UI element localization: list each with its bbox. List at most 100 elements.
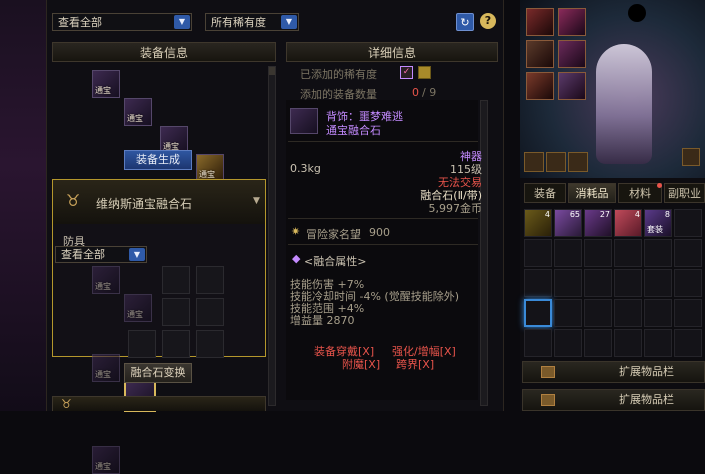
inventory-slot[interactable]: 8 套装 (644, 209, 672, 237)
inventory-slot[interactable] (674, 299, 702, 327)
fusion-slot-grid: 通宝 通宝 通宝 通宝 通宝 (92, 266, 224, 474)
inventory-slot[interactable] (614, 329, 642, 357)
divider (288, 218, 478, 219)
pet-slot[interactable] (546, 152, 566, 172)
fusion-slot[interactable] (196, 266, 224, 294)
inventory-slot[interactable] (644, 239, 672, 267)
inventory-slot[interactable] (644, 299, 672, 327)
inventory-slot[interactable] (614, 299, 642, 327)
inventory-slot[interactable] (674, 329, 702, 357)
extend-inventory-bar[interactable]: 扩展物品栏 (522, 389, 705, 411)
inventory-slot[interactable] (554, 269, 582, 297)
creature-slot[interactable] (682, 148, 700, 166)
chevron-down-icon: ▼ (174, 15, 190, 29)
inventory-slot[interactable] (674, 269, 702, 297)
inventory-slot[interactable]: 4 (524, 209, 552, 237)
fusion-slot[interactable]: 通宝 (124, 294, 152, 322)
fusion-exchange-button[interactable]: 融合石变换 (124, 363, 192, 383)
extend-label: 扩展物品栏 (619, 393, 674, 406)
extend-inventory-bar[interactable]: 扩展物品栏 (522, 361, 705, 383)
fusion-slot[interactable] (162, 330, 190, 358)
added-count-max: / 9 (422, 86, 437, 99)
inventory-slot[interactable] (554, 239, 582, 267)
tab-equipment[interactable]: 装备 (524, 183, 566, 203)
avatar-slot[interactable] (558, 72, 586, 100)
diamond-icon: ◆ (292, 252, 301, 265)
avatar-slot[interactable] (526, 8, 554, 36)
fusion-category-dropdown[interactable]: 查看全部 ▼ (55, 246, 147, 263)
bull-emblem-icon: ♉ (65, 191, 81, 210)
extend-label: 扩展物品栏 (619, 365, 674, 378)
inventory-slot[interactable] (584, 329, 612, 357)
inventory-slot[interactable] (584, 269, 612, 297)
equip-info-header: 装备信息 (52, 42, 276, 62)
fusion-slot[interactable] (162, 298, 190, 326)
equip-slot[interactable]: 通宝 (92, 70, 120, 98)
inventory-slot[interactable] (554, 299, 582, 327)
inventory-slot[interactable] (554, 329, 582, 357)
fusion-slot[interactable] (196, 330, 224, 358)
inventory-slot[interactable] (584, 299, 612, 327)
fusion-slot[interactable]: 通宝 (92, 266, 120, 294)
equip-slot[interactable]: 通宝 (124, 98, 152, 126)
fusion-slot[interactable] (196, 298, 224, 326)
fame-label: 冒险家名望 (306, 228, 361, 241)
added-count-value: 0 (412, 86, 419, 99)
rarity-dropdown[interactable]: 所有稀有度 ▼ (205, 13, 299, 31)
inventory-slot[interactable]: 4 (614, 209, 642, 237)
item-icon (290, 108, 318, 134)
category-dropdown-value: 查看全部 (58, 16, 102, 29)
fusion-category-value: 查看全部 (61, 248, 105, 261)
chest-icon (541, 394, 555, 406)
refresh-icon[interactable]: ↻ (456, 13, 474, 31)
fusion-slot[interactable]: 通宝 (92, 354, 120, 382)
scroll-up-arrow[interactable] (269, 67, 275, 75)
detail-scrollbar[interactable] (480, 100, 488, 406)
inventory-slot-highlighted[interactable] (524, 299, 552, 327)
background-scene-left (0, 0, 46, 411)
pet-slot[interactable] (568, 152, 588, 172)
inventory-slot[interactable]: 65 (554, 209, 582, 237)
rarity-checkbox-icon[interactable]: ✓ (400, 66, 413, 79)
equip-slot[interactable]: 通宝 (196, 154, 224, 182)
fusion-slot[interactable]: 通宝 (92, 446, 120, 474)
restriction-enchant: 附魔[X] (342, 358, 381, 371)
inventory-slot[interactable] (674, 209, 702, 237)
avatar-slot[interactable] (526, 40, 554, 68)
pet-slot[interactable] (524, 152, 544, 172)
portrait-slot[interactable] (628, 4, 646, 22)
inventory-grid: 4 65 27 4 8 套装 (522, 207, 705, 357)
left-scrollbar[interactable] (268, 66, 276, 406)
fusion-slot[interactable] (128, 330, 156, 358)
rarity-dropdown-value: 所有稀有度 (211, 16, 266, 29)
collapse-arrow-icon[interactable]: ▼ (253, 196, 260, 206)
avatar-slot[interactable] (558, 8, 586, 36)
inventory-slot[interactable] (644, 329, 672, 357)
divider (288, 141, 478, 142)
inventory-slot[interactable] (524, 239, 552, 267)
generate-equipment-button[interactable]: 装备生成 (124, 150, 192, 170)
next-fusion-box[interactable]: ♉ (52, 396, 266, 411)
inventory-slot[interactable] (584, 239, 612, 267)
item-weight: 0.3kg (290, 162, 321, 175)
inventory-slot[interactable] (674, 239, 702, 267)
avatar-slot[interactable] (558, 40, 586, 68)
fusion-stone-title: 维纳斯通宝融合石 (96, 197, 193, 211)
inventory-slot[interactable] (644, 269, 672, 297)
category-dropdown[interactable]: 查看全部 ▼ (52, 13, 192, 31)
tab-consumables[interactable]: 消耗品 (568, 183, 616, 203)
inventory-slot[interactable] (524, 329, 552, 357)
chevron-down-icon: ▼ (129, 248, 145, 261)
tab-sub-job[interactable]: 副职业 (664, 183, 705, 203)
inventory-slot[interactable] (614, 239, 642, 267)
character-figure (596, 44, 652, 164)
inventory-slot[interactable] (614, 269, 642, 297)
help-icon[interactable]: ? (480, 13, 496, 29)
tab-materials[interactable]: 材料 (618, 183, 662, 203)
avatar-slot[interactable] (526, 72, 554, 100)
added-rarity-label: 已添加的稀有度 (300, 68, 377, 81)
inventory-slot[interactable]: 27 (584, 209, 612, 237)
fusion-slot[interactable] (162, 266, 190, 294)
rarity-color-swatch (418, 66, 431, 79)
inventory-slot[interactable] (524, 269, 552, 297)
